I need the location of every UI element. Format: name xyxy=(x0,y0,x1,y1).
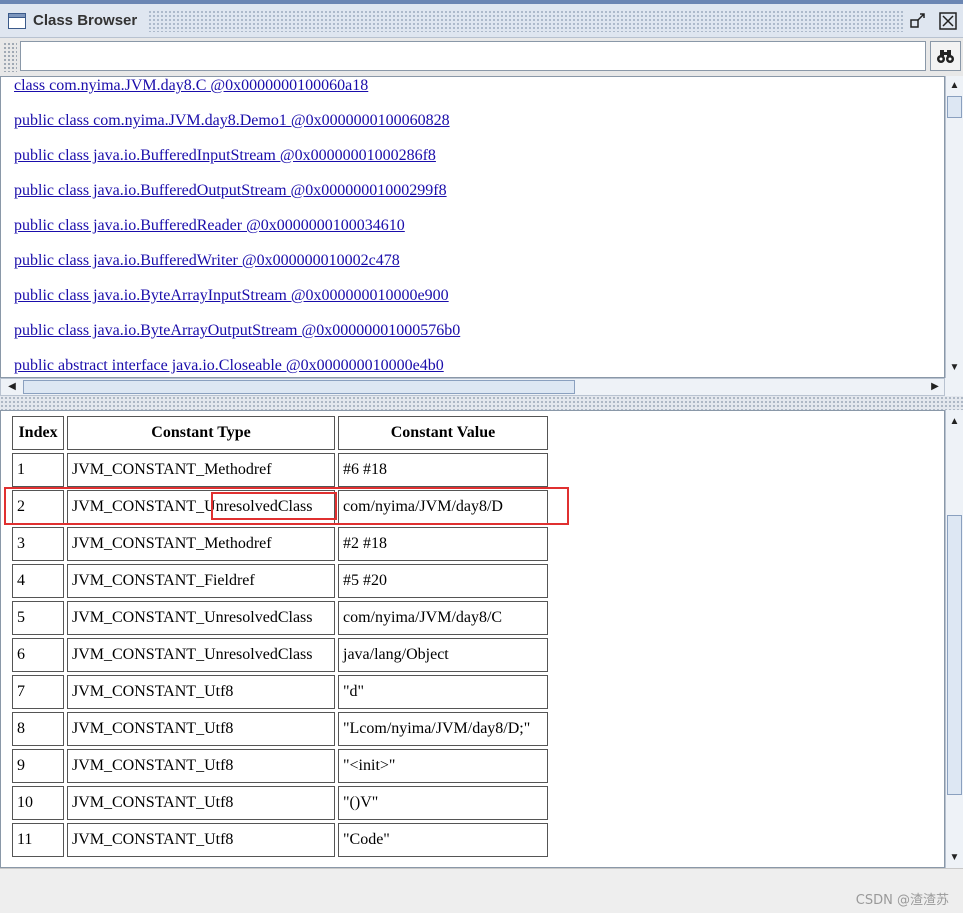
cell-index: 4 xyxy=(12,564,64,598)
constant-pool-table: Index Constant Type Constant Value 1 JVM_… xyxy=(9,413,551,860)
column-header-value: Constant Value xyxy=(338,416,548,450)
cell-index: 9 xyxy=(12,749,64,783)
cell-constant-value: #2 #18 xyxy=(338,527,548,561)
detail-vertical-scrollbar[interactable]: ▲ ▼ xyxy=(945,410,963,868)
table-row[interactable]: 6 JVM_CONSTANT_UnresolvedClass java/lang/O… xyxy=(12,638,548,672)
table-header-row: Index Constant Type Constant Value xyxy=(12,416,548,450)
scroll-right-icon[interactable]: ▶ xyxy=(926,379,944,395)
scrollbar-corner xyxy=(945,378,963,396)
scroll-down-icon[interactable]: ▼ xyxy=(946,850,963,866)
cell-constant-value: #5 #20 xyxy=(338,564,548,598)
cell-constant-value: "d" xyxy=(338,675,548,709)
find-button[interactable] xyxy=(930,41,961,71)
table-row[interactable]: 1 JVM_CONSTANT_Methodref #6 #18 xyxy=(12,453,548,487)
class-link[interactable]: public class java.io.BufferedInputStream… xyxy=(14,147,436,165)
scroll-up-icon[interactable]: ▲ xyxy=(946,414,963,430)
title-bar: Class Browser xyxy=(0,0,963,38)
cell-constant-type: JVM_CONSTANT_UnresolvedClass xyxy=(67,638,335,672)
cell-constant-value: "<init>" xyxy=(338,749,548,783)
table-row[interactable]: 5 JVM_CONSTANT_UnresolvedClass com/nyima/J… xyxy=(12,601,548,635)
cell-index: 3 xyxy=(12,527,64,561)
search-input[interactable] xyxy=(20,41,926,71)
window-title: Class Browser xyxy=(33,12,138,29)
cell-constant-type: JVM_CONSTANT_Utf8 xyxy=(67,675,335,709)
column-header-index: Index xyxy=(12,416,64,450)
cell-index: 7 xyxy=(12,675,64,709)
table-row[interactable]: 11 JVM_CONSTANT_Utf8 "Code" xyxy=(12,823,548,857)
cell-index: 1 xyxy=(12,453,64,487)
table-row[interactable]: 9 JVM_CONSTANT_Utf8 "<init>" xyxy=(12,749,548,783)
scrollbar-thumb[interactable] xyxy=(947,96,962,118)
table-row[interactable]: 8 JVM_CONSTANT_Utf8 "Lcom/nyima/JVM/day8/D… xyxy=(12,712,548,746)
cell-index: 5 xyxy=(12,601,64,635)
cell-constant-type: JVM_CONSTANT_Utf8 xyxy=(67,786,335,820)
class-link[interactable]: public class java.io.ByteArrayOutputStre… xyxy=(14,322,460,340)
search-bar xyxy=(0,38,963,76)
cell-constant-value: "Lcom/nyima/JVM/day8/D;" xyxy=(338,712,548,746)
scrollbar-thumb[interactable] xyxy=(23,380,575,394)
status-bar: CSDN @渣渣苏 xyxy=(0,868,963,913)
binoculars-icon xyxy=(937,50,954,63)
cell-constant-value: "()V" xyxy=(338,786,548,820)
table-row[interactable]: 7 JVM_CONSTANT_Utf8 "d" xyxy=(12,675,548,709)
watermark: CSDN @渣渣苏 xyxy=(855,893,949,908)
table-row[interactable]: 3 JVM_CONSTANT_Methodref #2 #18 xyxy=(12,527,548,561)
column-header-type: Constant Type xyxy=(67,416,335,450)
cell-constant-type: JVM_CONSTANT_UnresolvedClass xyxy=(67,601,335,635)
class-list-vertical-scrollbar[interactable]: ▲ ▼ xyxy=(945,76,963,378)
cell-constant-type: JVM_CONSTANT_Methodref xyxy=(67,527,335,561)
class-link[interactable]: public abstract interface java.io.Closea… xyxy=(14,357,444,375)
class-link[interactable]: public class java.io.BufferedReader @0x0… xyxy=(14,217,405,235)
cell-index: 11 xyxy=(12,823,64,857)
scroll-left-icon[interactable]: ◀ xyxy=(3,379,21,395)
cell-constant-type: JVM_CONSTANT_Methodref xyxy=(67,453,335,487)
cell-constant-type: JVM_CONSTANT_Utf8 xyxy=(67,749,335,783)
cell-constant-type: JVM_CONSTANT_Utf8 xyxy=(67,712,335,746)
scroll-down-icon[interactable]: ▼ xyxy=(946,360,963,376)
table-row[interactable]: 10 JVM_CONSTANT_Utf8 "()V" xyxy=(12,786,548,820)
split-pane-divider[interactable] xyxy=(0,396,963,410)
toolbar-grip[interactable] xyxy=(3,42,17,72)
class-link[interactable]: public class java.io.BufferedWriter @0x0… xyxy=(14,252,400,270)
class-link[interactable]: public class java.io.BufferedOutputStrea… xyxy=(14,182,447,200)
class-detail-pane: Index Constant Type Constant Value 1 JVM_… xyxy=(0,410,945,868)
cell-constant-type: JVM_CONSTANT_Utf8 xyxy=(67,823,335,857)
cell-index: 8 xyxy=(12,712,64,746)
cell-constant-type: JVM_CONSTANT_Fieldref xyxy=(67,564,335,598)
cell-constant-value: com/nyima/JVM/day8/C xyxy=(338,601,548,635)
class-link[interactable]: public class java.io.ByteArrayInputStrea… xyxy=(14,287,449,305)
class-list-horizontal-scrollbar[interactable]: ◀ ▶ xyxy=(0,378,945,396)
cell-index: 10 xyxy=(12,786,64,820)
title-bar-grip xyxy=(148,10,903,32)
cell-constant-value: #6 #18 xyxy=(338,453,548,487)
class-link[interactable]: public class com.nyima.JVM.day8.Demo1 @0… xyxy=(14,112,450,130)
class-list: class com.nyima.JVM.day8.C @0x0000000100… xyxy=(0,76,945,378)
scroll-up-icon[interactable]: ▲ xyxy=(946,78,963,94)
cell-constant-value: "Code" xyxy=(338,823,548,857)
highlight-box-word xyxy=(211,492,337,520)
class-link[interactable]: class com.nyima.JVM.day8.C @0x0000000100… xyxy=(14,77,368,95)
cell-index: 6 xyxy=(12,638,64,672)
restore-icon[interactable] xyxy=(908,11,928,31)
scrollbar-thumb[interactable] xyxy=(947,515,962,795)
table-row[interactable]: 4 JVM_CONSTANT_Fieldref #5 #20 xyxy=(12,564,548,598)
close-icon[interactable] xyxy=(938,11,958,31)
window-icon xyxy=(8,13,26,29)
cell-constant-value: java/lang/Object xyxy=(338,638,548,672)
